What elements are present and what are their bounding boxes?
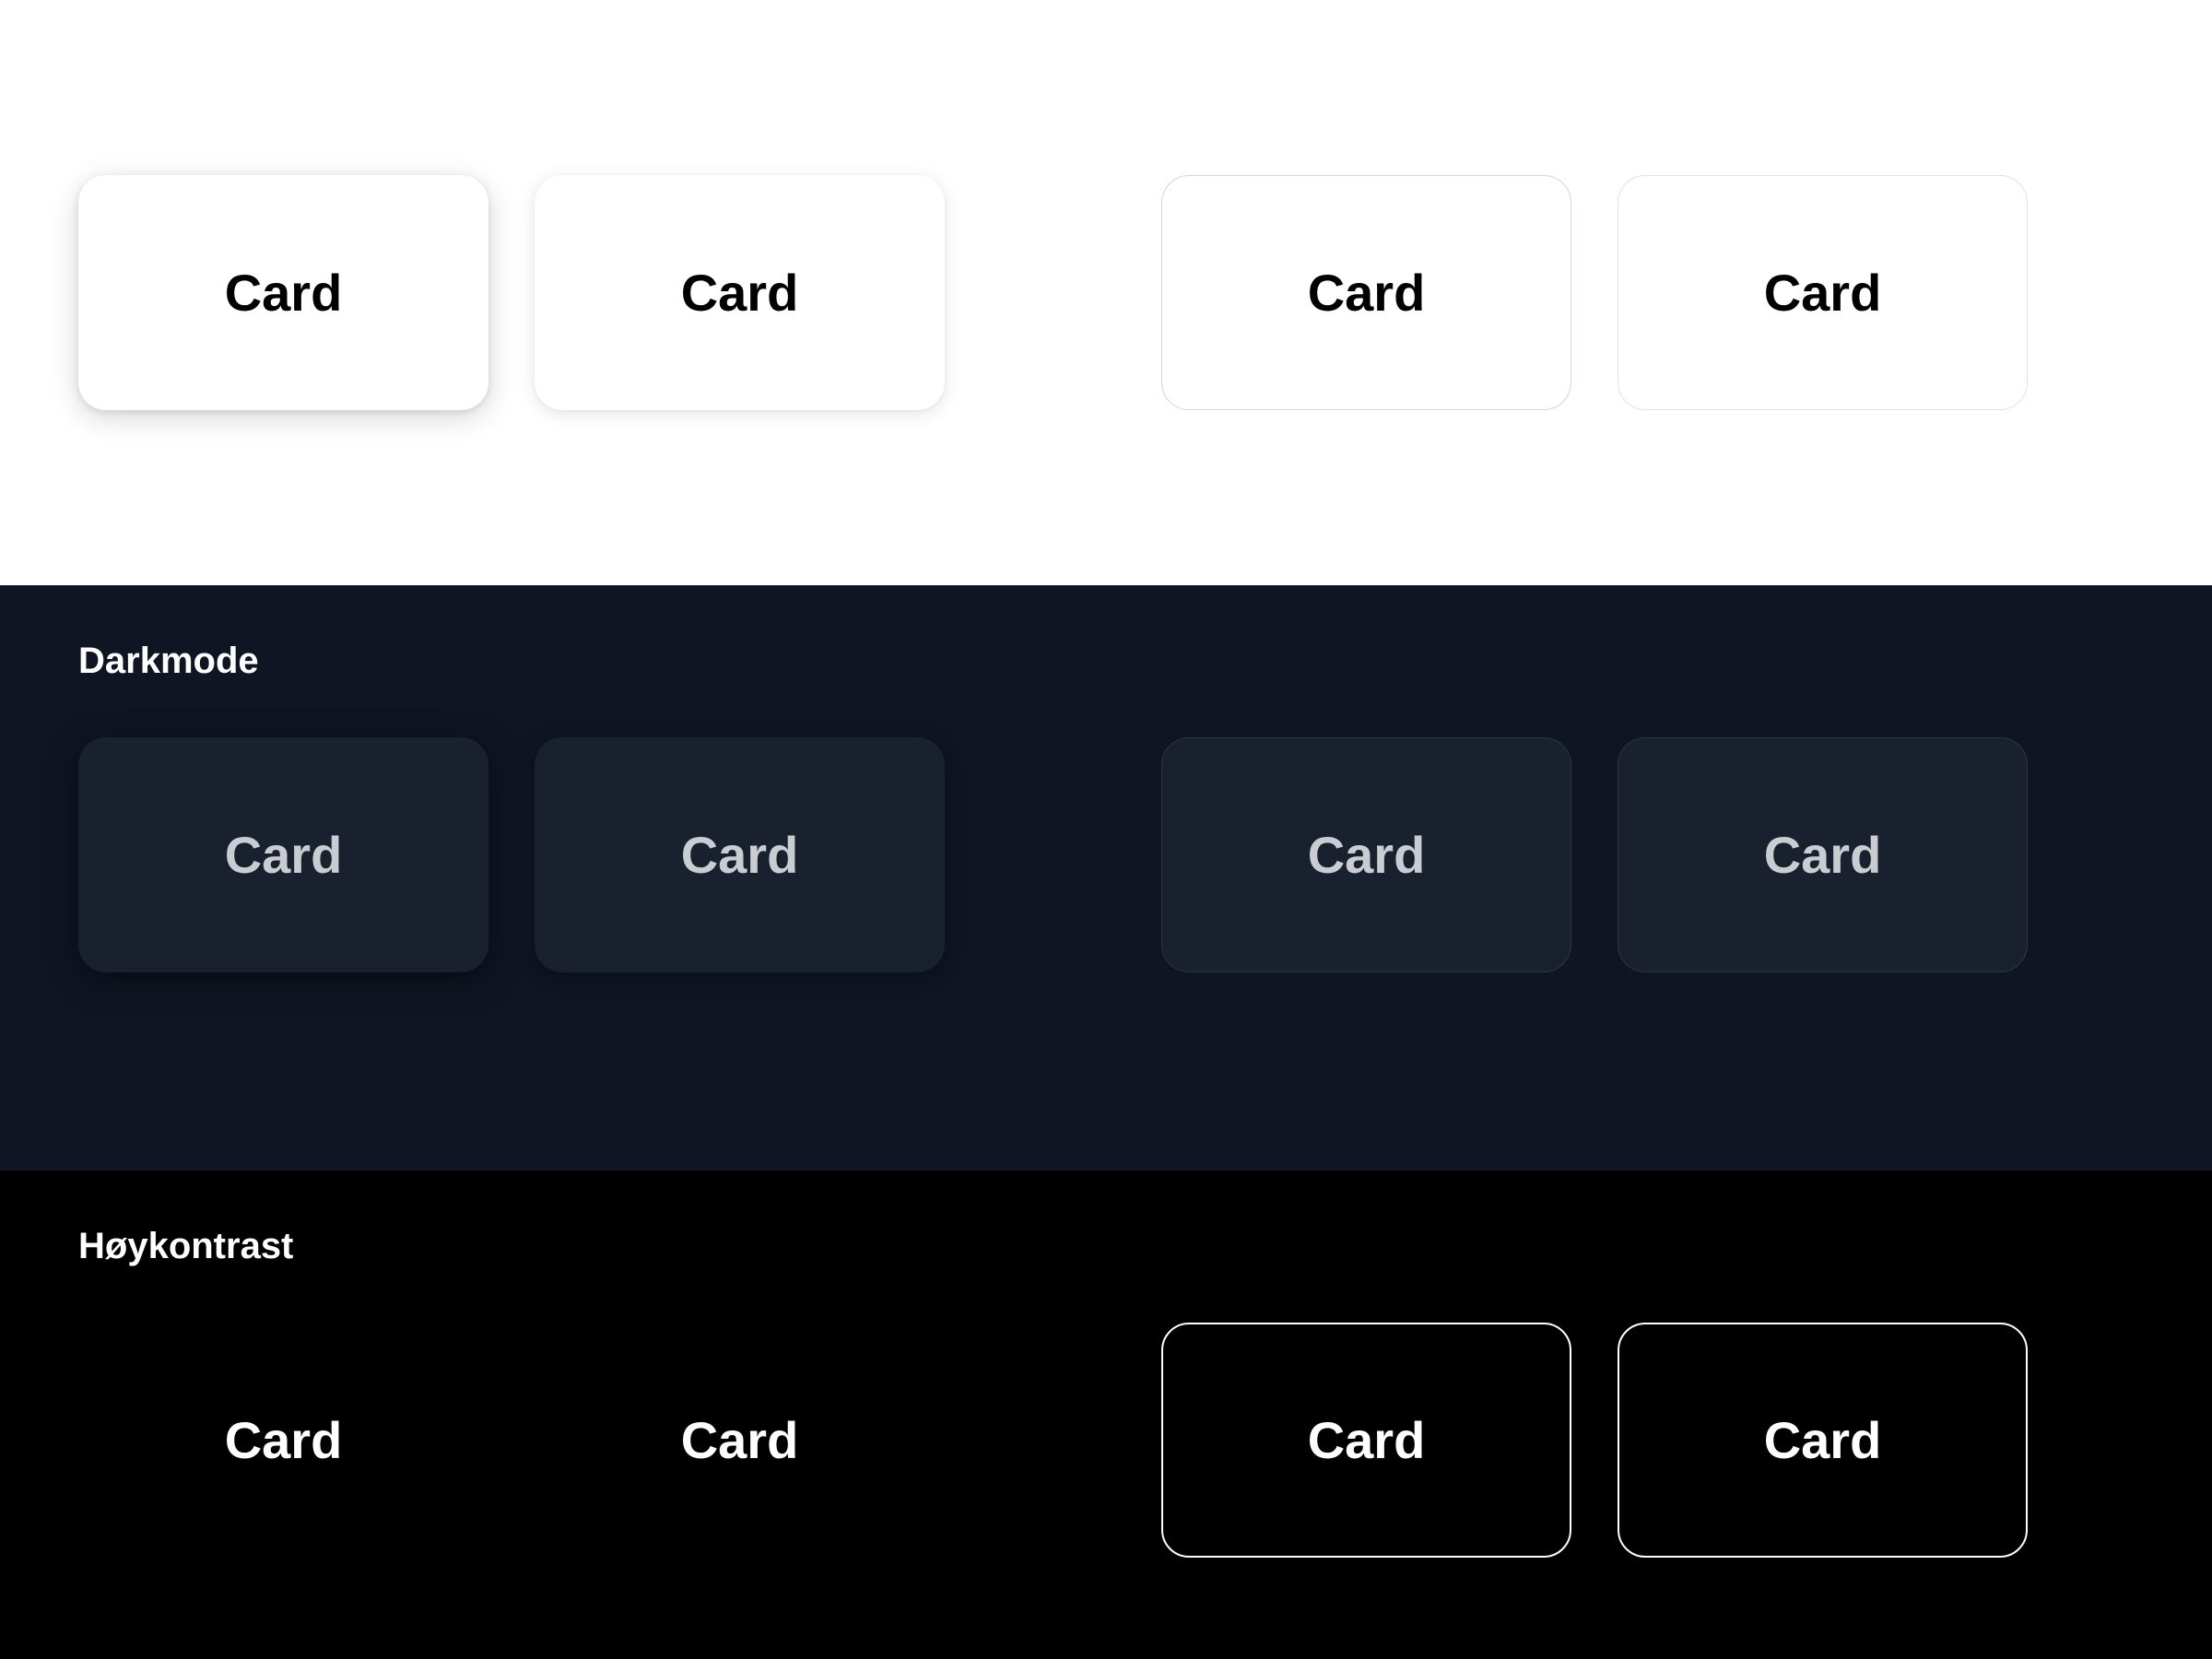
card-dark-border: Card	[1161, 737, 1571, 972]
dark-group-border: Card Card	[1161, 737, 2134, 972]
darkmode-title: Darkmode	[78, 641, 2134, 682]
section-light: Card Card Card Card	[0, 0, 2212, 585]
card-dark-shadow-strong: Card	[78, 737, 488, 972]
card-light-border-soft: Card	[1618, 175, 2028, 410]
card-label: Card	[1764, 1410, 1882, 1470]
card-label: Card	[1308, 825, 1426, 885]
card-light-border: Card	[1161, 175, 1571, 410]
card-hc-border: Card	[1161, 1323, 1571, 1558]
card-hc-plain: Card	[535, 1323, 945, 1558]
card-label: Card	[1308, 263, 1426, 323]
card-label: Card	[225, 825, 343, 885]
section-dark: Darkmode Card Card Card Card	[0, 585, 2212, 1171]
card-label: Card	[681, 825, 799, 885]
card-label: Card	[681, 263, 799, 323]
card-label: Card	[1764, 263, 1882, 323]
hc-group-border: Card Card	[1161, 1323, 2134, 1558]
card-dark-shadow-soft: Card	[535, 737, 945, 972]
card-label: Card	[1308, 1410, 1426, 1470]
high-contrast-title: Høykontrast	[78, 1226, 2134, 1267]
card-label: Card	[1764, 825, 1882, 885]
card-light-shadow-soft: Card	[535, 175, 945, 410]
card-hc-border: Card	[1618, 1323, 2028, 1558]
hc-group-plain: Card Card	[78, 1323, 945, 1558]
card-hc-plain: Card	[78, 1323, 488, 1558]
light-card-row: Card Card Card Card	[78, 175, 2134, 410]
card-label: Card	[681, 1410, 799, 1470]
light-group-border: Card Card	[1161, 175, 2134, 410]
card-light-shadow-strong: Card	[78, 175, 488, 410]
light-group-shadow: Card Card	[78, 175, 945, 410]
section-high-contrast: Høykontrast Card Card Card Card	[0, 1171, 2212, 1659]
card-dark-border-soft: Card	[1618, 737, 2028, 972]
hc-card-row: Card Card Card Card	[78, 1323, 2134, 1558]
card-label: Card	[225, 263, 343, 323]
dark-group-shadow: Card Card	[78, 737, 945, 972]
card-label: Card	[225, 1410, 343, 1470]
dark-card-row: Card Card Card Card	[78, 737, 2134, 972]
